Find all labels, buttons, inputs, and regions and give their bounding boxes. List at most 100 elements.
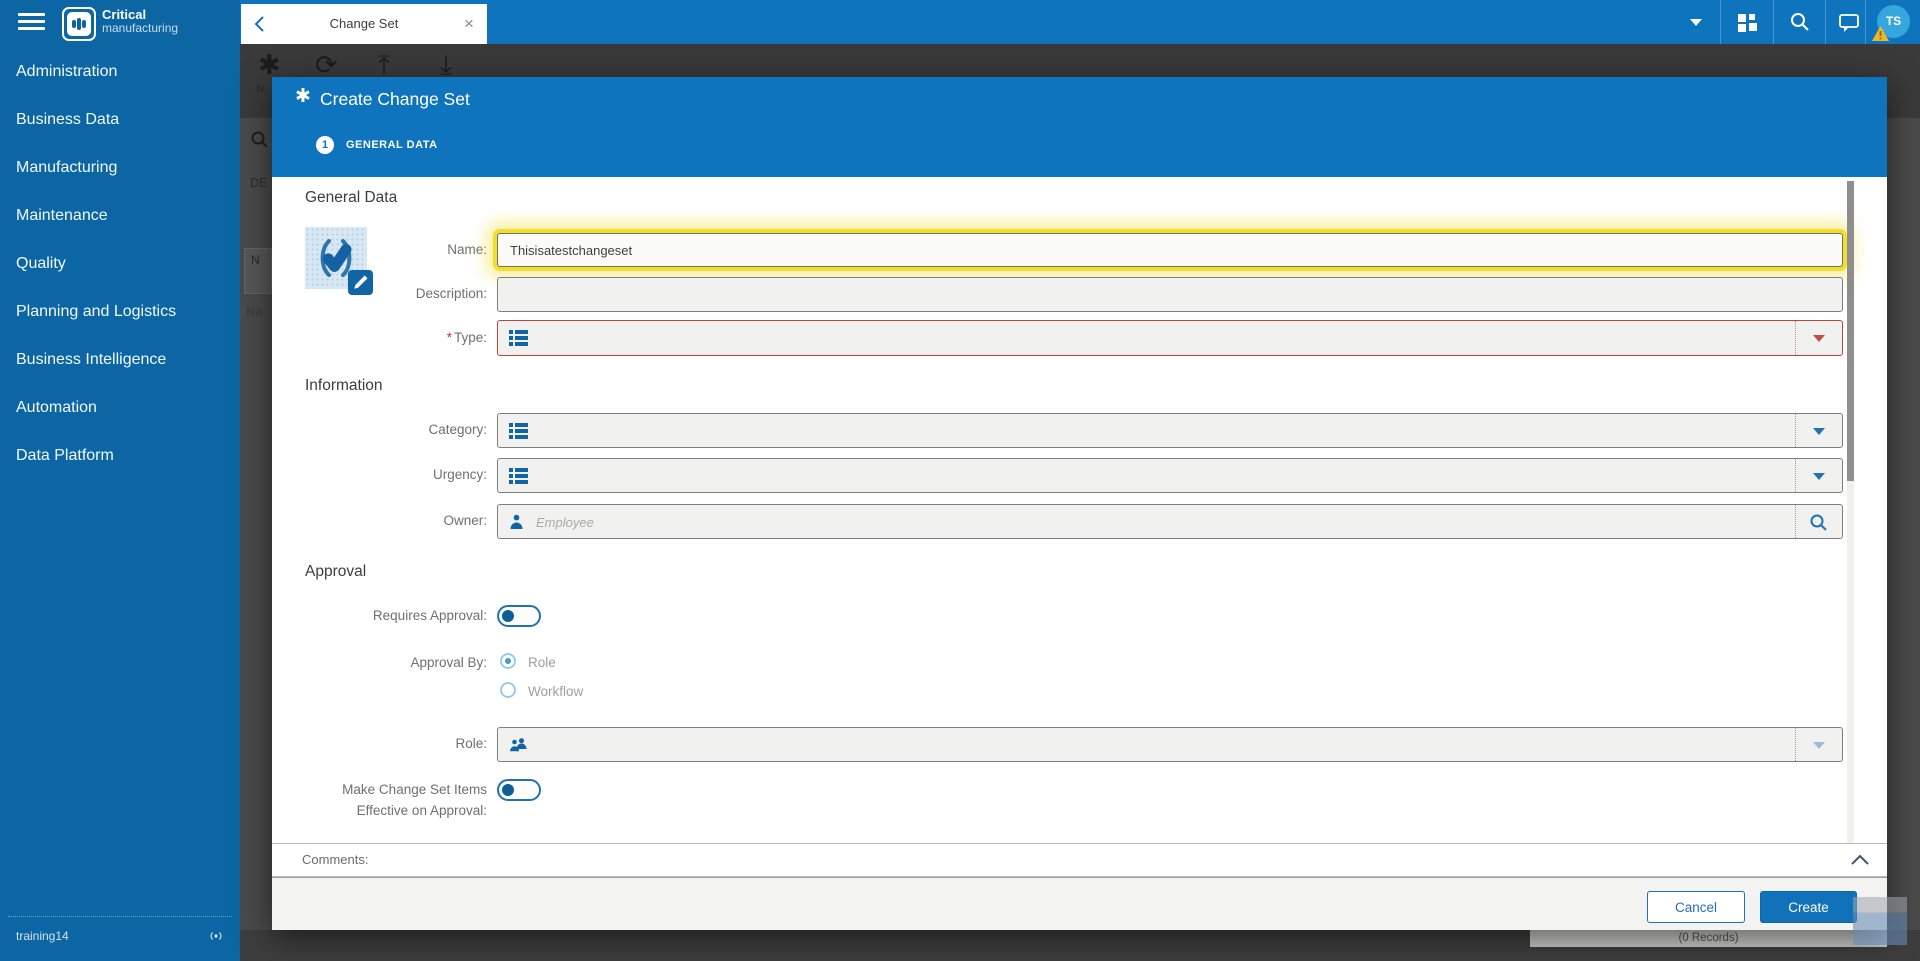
feedback-chat-icon[interactable] [1838,11,1860,33]
type-label: * Type: [272,330,487,345]
search-icon [1810,514,1827,531]
list-icon [509,330,528,346]
role-select[interactable] [497,727,1843,762]
requires-approval-toggle[interactable] [497,605,541,627]
connection-signal-icon [210,932,222,940]
chevron-down-icon [1813,741,1825,749]
radio-workflow-label[interactable]: Workflow [528,684,583,699]
chevron-down-icon [1813,335,1825,342]
make-effective-toggle[interactable] [497,779,541,801]
name-input[interactable] [497,233,1843,267]
background-column-partial-text: N [244,248,272,294]
radio-selected-dot [505,658,511,664]
hamburger-bar [18,27,45,30]
approval-by-label: Approval By: [410,655,487,670]
make-effective-label-line1: Make Change Set Items [342,782,487,797]
tab-label: Change Set [329,16,399,31]
records-count: (0 Records) [1530,930,1887,947]
change-set-asterisk-icon: ✱ [295,86,311,107]
person-icon [510,514,523,529]
required-marker: * [446,330,452,345]
apps-grid-icon[interactable] [1736,11,1758,33]
sidebar-item-business-intelligence[interactable]: Business Intelligence [0,336,240,384]
radio-role[interactable] [500,653,516,669]
hamburger-bar [18,20,45,23]
role-dropdown-button[interactable] [1795,728,1842,761]
sidebar-item-automation[interactable]: Automation [0,384,240,432]
tab-close-icon[interactable]: × [459,14,479,34]
background-details-partial-text: DE [250,176,268,190]
comments-label: Comments: [302,852,369,867]
category-dropdown-button[interactable] [1795,414,1842,447]
sidebar-item-quality[interactable]: Quality [0,240,240,288]
hamburger-menu-icon[interactable] [0,13,60,33]
owner-label: Owner: [443,513,487,528]
search-icon[interactable] [1789,11,1811,33]
list-icon [509,467,528,484]
type-dropdown-button[interactable] [1795,321,1842,355]
background-search-icon [251,131,268,148]
brand-logo-icon [62,7,96,41]
category-label: Category: [428,422,487,437]
category-select[interactable] [497,413,1843,448]
sidebar-footer: training14 [8,916,232,961]
sidebar-item-maintenance[interactable]: Maintenance [0,192,240,240]
sidebar-item-business-data[interactable]: Business Data [0,96,240,144]
sidebar-item-administration[interactable]: Administration [0,48,240,96]
top-bar: Critical manufacturing Change Set × TS [0,0,1920,44]
urgency-dropdown-button[interactable] [1795,459,1842,492]
toolbar-partial-label: N [257,84,264,94]
chevron-up-icon[interactable] [1848,850,1872,870]
section-heading-information: Information [305,377,383,394]
dialog-scrollbar-thumb[interactable] [1847,181,1854,481]
tab-change-set[interactable]: Change Set × [241,4,487,44]
urgency-label: Urgency: [432,467,487,482]
warning-icon [1872,26,1889,41]
hamburger-bar [18,13,45,16]
cancel-button[interactable]: Cancel [1647,891,1745,923]
environment-name: training14 [16,929,69,943]
wizard-step-label[interactable]: GENERAL DATA [346,139,438,151]
role-label: Role: [455,736,487,751]
owner-picker[interactable] [497,504,1843,539]
section-heading-approval: Approval [305,563,367,580]
description-input[interactable] [497,277,1843,312]
wizard-step-number[interactable]: 1 [316,136,334,154]
sidebar-item-data-platform[interactable]: Data Platform [0,432,240,480]
toggle-knob [502,784,514,796]
list-icon [509,422,528,439]
create-button[interactable]: Create [1760,891,1857,923]
urgency-select[interactable] [497,458,1843,493]
application-window: Critical manufacturing Change Set × TS A… [0,0,1920,961]
description-label: Description: [415,286,487,301]
radio-workflow[interactable] [500,682,516,698]
logo-bar [72,20,76,28]
sidebar-item-manufacturing[interactable]: Manufacturing [0,144,240,192]
logo-bar [77,18,81,30]
sidebar-item-planning-logistics[interactable]: Planning and Logistics [0,288,240,336]
brand-name-line2: manufacturing [102,21,179,35]
chevron-down-icon [1813,427,1825,435]
radio-role-label[interactable]: Role [528,655,556,670]
owner-input[interactable] [534,509,1778,536]
type-select[interactable] [497,320,1843,356]
cursor-artifact [1853,897,1907,945]
topbar-separator [1865,0,1866,44]
topbar-separator [1773,0,1774,44]
logo-bar [82,20,86,28]
sidebar-nav: Administration Business Data Manufacturi… [0,44,240,961]
comments-bar: Comments: [272,843,1887,877]
sidebar-header: Critical manufacturing [0,0,240,44]
name-label: Name: [447,242,487,257]
background-row-partial-text: Na [246,304,263,319]
topbar-separator [1720,0,1721,44]
dialog-header: ✱ Create Change Set 1 GENERAL DATA [272,77,1887,177]
make-effective-label-line2: Effective on Approval: [356,803,487,818]
owner-search-button[interactable] [1795,505,1842,538]
toggle-knob [502,610,514,622]
type-label-text: Type: [453,330,487,345]
brand-logo-inner [67,12,91,36]
section-heading-general-data: General Data [305,189,398,206]
people-icon [510,737,527,751]
tab-list-dropdown-icon[interactable] [1690,19,1702,26]
